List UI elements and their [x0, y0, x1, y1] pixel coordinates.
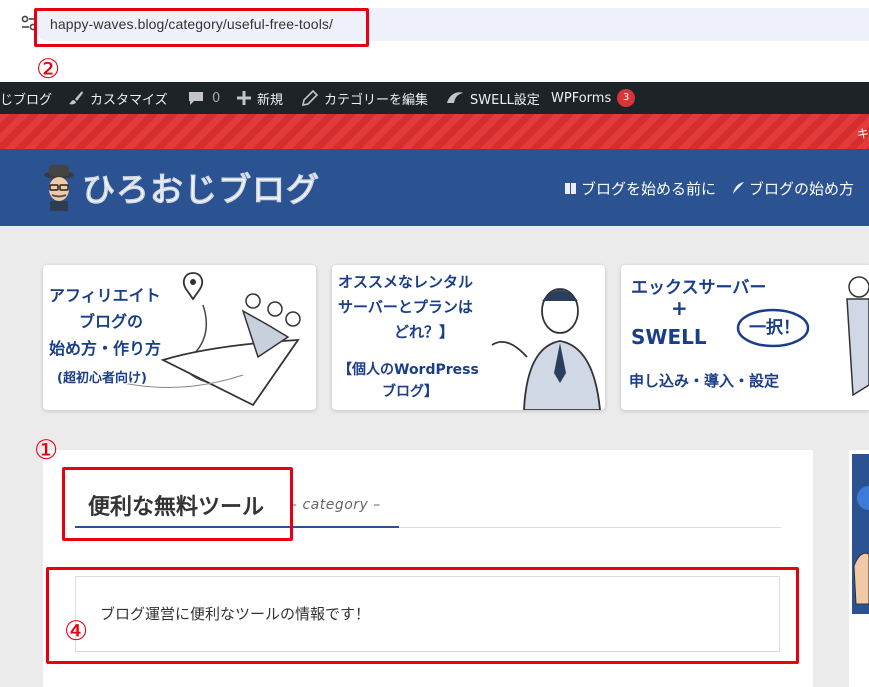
admin-bar-wpforms[interactable]: WPForms 3: [551, 82, 636, 114]
wpforms-label: WPForms: [551, 90, 612, 106]
banner-line: オススメなレンタル: [338, 273, 474, 291]
annotation-number-4: ④: [64, 616, 89, 647]
admin-bar: じブログ カスタマイズ 0 新規 カテゴリーを編集 SWELL設定 WPForm…: [0, 82, 869, 114]
banner-line: SWELL: [631, 325, 707, 349]
site-header: ひろおじブログ ブログを始める前に ブログの始め方: [0, 149, 869, 226]
avatar-icon: [44, 165, 74, 211]
plus-icon: [237, 91, 251, 105]
banner-line: エックスサーバー: [631, 278, 767, 298]
nav-item-before-start[interactable]: ブログを始める前に: [564, 177, 716, 199]
nav-label: ブログの始め方: [749, 179, 855, 198]
edit-category-label: カテゴリーを編集: [324, 92, 429, 108]
banner-line: サーバーとプランは: [338, 298, 473, 316]
notice-text: キ: [856, 127, 869, 141]
book-icon: [565, 182, 576, 194]
annotation-box-description: [46, 567, 799, 664]
admin-bar-comments[interactable]: 0: [188, 82, 220, 114]
admin-bar-edit-category[interactable]: カテゴリーを編集: [302, 82, 428, 114]
annotation-number-2: ②: [36, 54, 61, 85]
nav-item-how-to-start[interactable]: ブログの始め方: [732, 177, 854, 199]
admin-bar-site-name[interactable]: じブログ: [0, 82, 52, 114]
comment-count: 0: [212, 90, 221, 106]
new-label: 新規: [257, 92, 284, 108]
title-divider: [399, 527, 781, 528]
banner-line: ブログの: [79, 312, 144, 331]
site-name-label: じブログ: [0, 92, 53, 108]
page-subtitle: – category –: [290, 497, 381, 513]
banner-line: どれ？】: [394, 323, 455, 341]
nav-label: ブログを始める前に: [581, 179, 717, 198]
banner-affiliate-guide[interactable]: アフィリエイト ブログの 始め方・作り方 (超初心者向け): [43, 265, 316, 410]
banner-line: ブログ】: [382, 384, 438, 400]
banner-line: 申し込み・導入・設定: [629, 372, 780, 390]
annotation-box-url: [34, 8, 369, 47]
admin-bar-new[interactable]: 新規: [237, 82, 283, 114]
notice-bar[interactable]: キ: [0, 114, 869, 149]
banner-xserver-swell[interactable]: エックスサーバー + SWELL 一択！ 申し込み・導入・設定: [621, 265, 869, 410]
wpforms-badge: 3: [617, 89, 636, 107]
swell-settings-label: SWELL設定: [470, 92, 540, 108]
annotation-box-title: [62, 467, 293, 541]
pencil-icon: [302, 90, 318, 106]
banner-line: 【個人のWordPress: [338, 362, 479, 378]
banner-line: 一択！: [749, 318, 800, 338]
comment-icon: [189, 92, 203, 105]
customize-label: カスタマイズ: [90, 92, 168, 108]
site-logo[interactable]: ひろおじブログ: [42, 163, 320, 211]
banner-server-guide[interactable]: オススメなレンタル サーバーとプランは どれ？】 【個人のWordPress ブ…: [332, 265, 605, 410]
banner-line: (超初心者向け): [57, 371, 147, 386]
logo-text: ひろおじブログ: [82, 170, 320, 210]
annotation-number-1: ①: [34, 435, 59, 466]
sidebar-widget-image[interactable]: [852, 454, 869, 614]
brush-icon: [69, 91, 83, 105]
feather-icon: [733, 182, 744, 194]
banner-line: 始め方・作り方: [49, 339, 162, 358]
swell-icon: [447, 92, 463, 103]
banner-line: +: [671, 296, 688, 320]
sidebar-illustration: [853, 486, 869, 605]
banner-line: アフィリエイト: [49, 286, 161, 305]
admin-bar-swell-settings[interactable]: SWELL設定: [446, 82, 540, 114]
admin-bar-customize[interactable]: カスタマイズ: [68, 82, 168, 114]
